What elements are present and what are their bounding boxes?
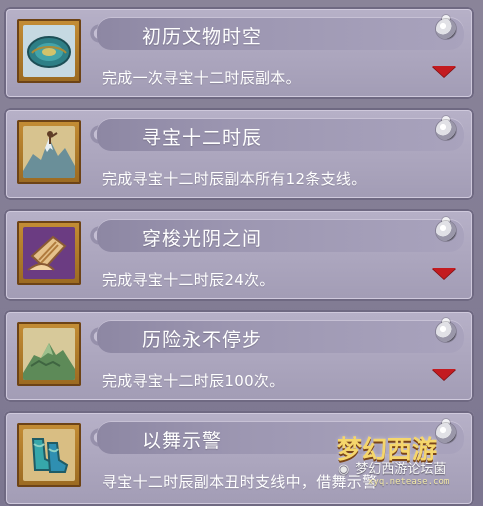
achievement-description: 完成寻宝十二时辰24次。 xyxy=(102,271,275,289)
expand-arrow-icon[interactable] xyxy=(432,268,456,279)
achievement-title: 历险永不停步 xyxy=(142,329,263,351)
mountain-icon-svg xyxy=(23,126,75,178)
achievement-icon-frame xyxy=(17,423,81,487)
achievement-icon-frame xyxy=(17,322,81,386)
mountain-icon xyxy=(23,126,75,178)
logo-site: xyq.netease.com xyxy=(368,477,450,487)
reward-pearl-icon xyxy=(436,322,456,342)
peak-icon xyxy=(23,328,75,380)
achievement-title: 以舞示警 xyxy=(142,430,223,452)
scroll-icon-svg xyxy=(23,227,75,279)
boots-icon-svg xyxy=(23,429,75,481)
achievement-icon-frame xyxy=(17,120,81,184)
achievement-card-1[interactable]: 初历文物时空 完成一次寻宝十二时辰副本。 xyxy=(4,7,474,99)
expand-arrow-icon[interactable] xyxy=(432,369,456,380)
expand-arrow-icon[interactable] xyxy=(432,66,456,77)
plate-icon xyxy=(23,25,75,77)
achievement-icon-frame xyxy=(17,221,81,285)
achievement-title: 穿梭光阴之间 xyxy=(142,228,263,250)
achievement-card-2[interactable]: 寻宝十二时辰 完成寻宝十二时辰副本所有12条支线。 xyxy=(4,108,474,200)
achievement-panel: 初历文物时空 完成一次寻宝十二时辰副本。 寻宝十二时辰 完成寻宝十二时辰副本所有… xyxy=(0,0,483,506)
achievement-description: 寻宝十二时辰副本丑时支线中，借舞示警 xyxy=(102,473,378,491)
achievement-title: 寻宝十二时辰 xyxy=(142,127,263,149)
achievement-description: 完成一次寻宝十二时辰副本。 xyxy=(102,69,301,87)
achievement-description: 完成寻宝十二时辰副本所有12条支线。 xyxy=(102,170,367,188)
plate-icon-svg xyxy=(23,25,75,77)
achievement-card-4[interactable]: 历险永不停步 完成寻宝十二时辰100次。 xyxy=(4,310,474,402)
peak-icon-svg xyxy=(23,328,75,380)
scroll-icon xyxy=(23,227,75,279)
boots-icon xyxy=(23,429,75,481)
reward-pearl-icon xyxy=(436,221,456,241)
achievement-title: 初历文物时空 xyxy=(142,26,263,48)
reward-pearl-icon xyxy=(436,19,456,39)
achievement-icon-frame xyxy=(17,19,81,83)
achievement-description: 完成寻宝十二时辰100次。 xyxy=(102,372,285,390)
achievement-card-3[interactable]: 穿梭光阴之间 完成寻宝十二时辰24次。 xyxy=(4,209,474,301)
forum-watermark: 梦幻西游论坛菌 xyxy=(338,458,446,477)
reward-pearl-icon xyxy=(436,120,456,140)
